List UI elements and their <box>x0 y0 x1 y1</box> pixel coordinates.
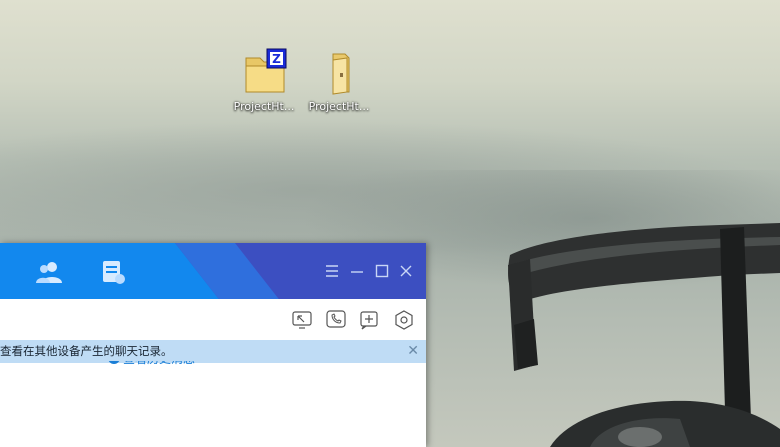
desktop-icon-zip[interactable]: Z ProjectHt... <box>226 46 302 113</box>
minimize-icon[interactable] <box>349 263 365 279</box>
notice-close-button[interactable]: ✕ <box>407 340 419 363</box>
desktop-icon-folder[interactable]: ProjectHt... <box>301 46 377 113</box>
menu-icon[interactable] <box>324 263 340 279</box>
maximize-icon[interactable] <box>374 263 390 279</box>
zip-folder-icon: Z <box>238 46 290 96</box>
screen-share-icon[interactable] <box>291 309 313 331</box>
svg-text:Z: Z <box>272 52 281 66</box>
notes-icon[interactable] <box>100 259 130 285</box>
voice-call-icon[interactable] <box>325 309 347 331</box>
chat-window: 查看在其他设备产生的聊天记录。 ✕ 查看历史消息 <box>0 243 426 447</box>
sync-notice-bar: 查看在其他设备产生的聊天记录。 ✕ <box>0 340 426 363</box>
car-spoiler-wallpaper <box>508 223 780 447</box>
folder-icon <box>313 46 365 96</box>
desktop-icon-label: ProjectHt... <box>308 100 370 113</box>
sync-notice-text: 查看在其他设备产生的聊天记录。 <box>0 344 173 358</box>
chat-titlebar[interactable] <box>0 243 426 299</box>
desktop-icon-label: ProjectHt... <box>233 100 295 113</box>
contacts-icon[interactable] <box>34 259 64 285</box>
close-icon[interactable] <box>398 263 414 279</box>
chat-toolbar <box>0 299 426 340</box>
add-member-icon[interactable] <box>358 309 380 331</box>
settings-icon[interactable] <box>393 309 415 331</box>
